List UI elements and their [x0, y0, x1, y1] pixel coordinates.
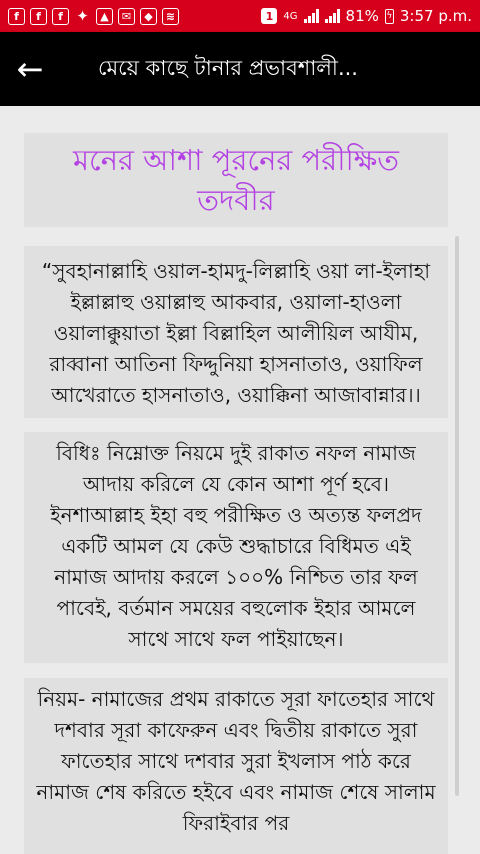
page-title: মেয়ে কাছে টানার প্রভাবশালী... [98, 55, 358, 80]
network-type: 4G [283, 10, 298, 22]
gmail-icon: ✉ [118, 7, 135, 25]
system-status: 1 4G 81% ϟ 3:57 p.m. [261, 7, 472, 25]
notification-icons: f f f ✦ ▲ ✉ ◆ ≋ [8, 6, 179, 25]
signal-icon [303, 9, 319, 23]
status-bar: f f f ✦ ▲ ✉ ◆ ≋ 1 4G 81% ϟ 3:57 p.m. [0, 0, 480, 32]
article-title-card: মনের আশা পূরনের পরীক্ষিত তদবীর [24, 133, 448, 227]
image-icon: ▲ [96, 7, 113, 25]
method-card: বিধিঃ নিম্নোক্ত নিয়মে দুই রাকাত নফল নাম… [24, 432, 448, 663]
method-text: বিধিঃ নিম্নোক্ত নিয়মে দুই রাকাত নফল নাম… [50, 441, 422, 651]
rules-card: নিয়ম- নামাজের প্রথম রাকাতে সূরা ফাতেহার… [24, 678, 448, 854]
article-title: মনের আশা পূরনের পরীক্ষিত তদবীর [72, 143, 400, 217]
bkash-icon: ◆ [140, 7, 157, 25]
article-content[interactable]: মনের আশা পূরনের পরীক্ষিত তদবীর “সুবহানাল… [0, 106, 480, 854]
app-bar: ← মেয়ে কাছে টানার প্রভাবশালী... [0, 32, 480, 106]
dua-text: “সুবহানাল্লাহি ওয়াল-হামদু-লিল্লাহি ওয়া… [41, 259, 431, 407]
notification-count: 1 [261, 8, 278, 24]
battery-charging-icon: ϟ [384, 8, 394, 24]
back-button[interactable]: ← [0, 32, 60, 106]
arrow-left-icon: ← [16, 50, 44, 88]
twitter-icon: ✦ [76, 6, 89, 25]
scrollbar[interactable] [455, 236, 459, 796]
clock: 3:57 p.m. [399, 7, 472, 25]
rules-text: নিয়ম- নামাজের প্রথম রাকাতে সূরা ফাতেহার… [36, 687, 436, 835]
signal-icon [324, 9, 340, 23]
dua-card: “সুবহানাল্লাহি ওয়াল-হামদু-লিল্লাহি ওয়া… [24, 246, 448, 418]
wifi-icon: ≋ [162, 7, 179, 25]
facebook-icon: f [8, 7, 25, 25]
facebook-icon: f [52, 7, 69, 25]
battery-percent: 81% [345, 7, 379, 25]
facebook-icon: f [30, 7, 47, 25]
